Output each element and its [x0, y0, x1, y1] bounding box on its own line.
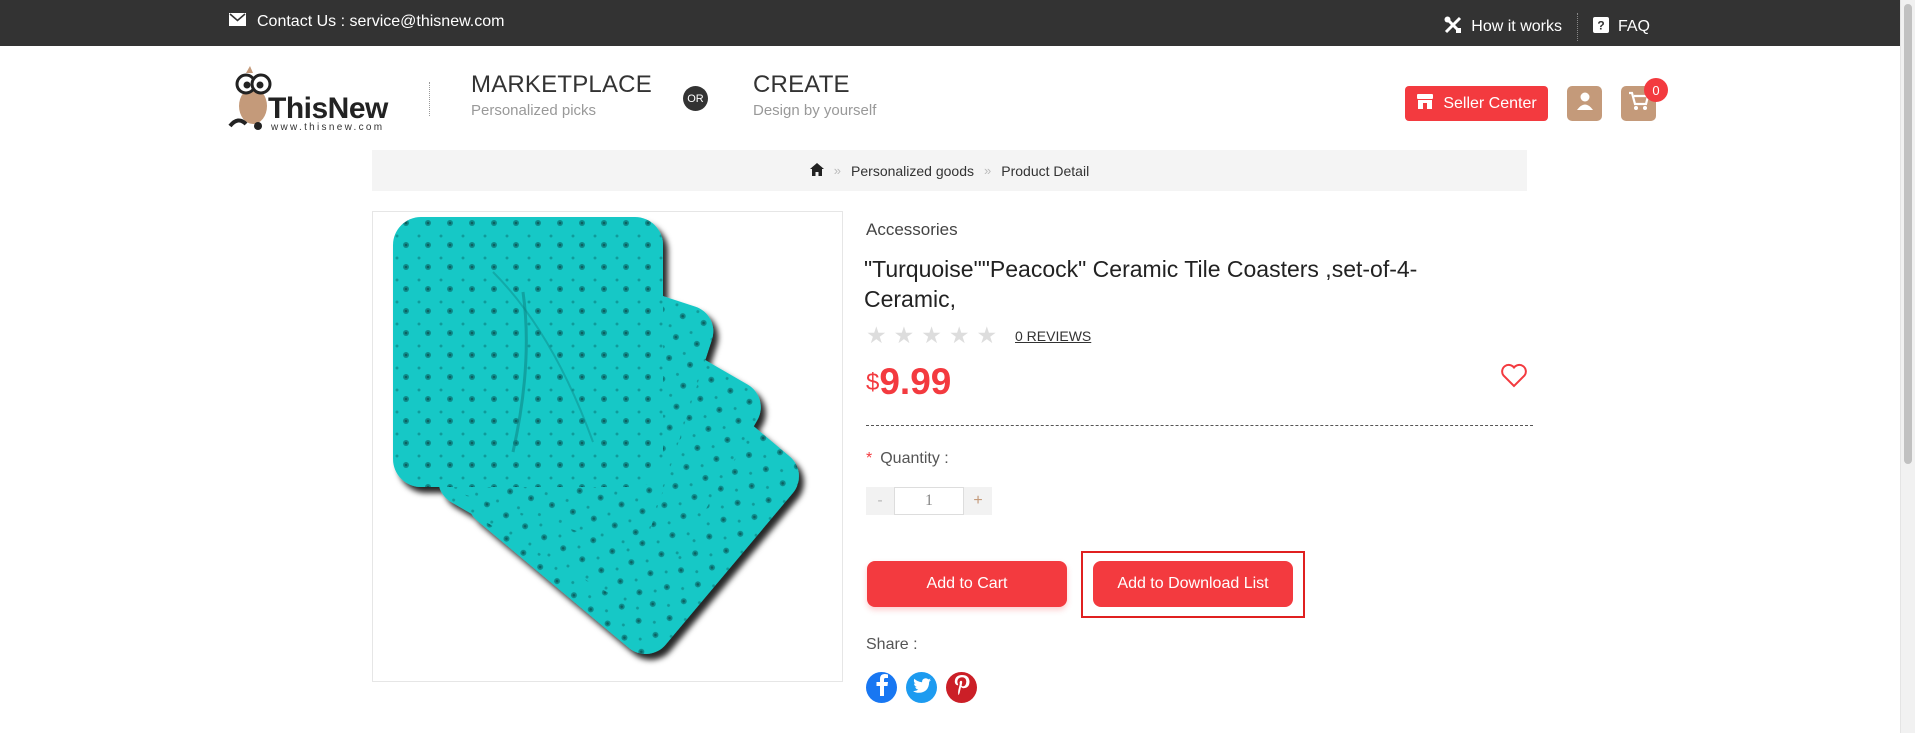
- cart-count-badge: 0: [1644, 78, 1668, 102]
- product-category: Accessories: [866, 220, 958, 239]
- header-divider: [429, 82, 430, 116]
- marketplace-title: MARKETPLACE: [471, 71, 652, 98]
- product-image[interactable]: [372, 211, 843, 682]
- facebook-icon: [875, 674, 889, 701]
- quantity-stepper: - +: [866, 487, 992, 515]
- breadcrumb-separator: »: [984, 163, 992, 178]
- svg-text:?: ?: [1597, 18, 1604, 32]
- logo-url: www.thisnew.com: [271, 122, 385, 133]
- faq-link[interactable]: ? FAQ: [1592, 16, 1650, 38]
- topbar-divider: [1576, 13, 1578, 41]
- rating-stars: ★ ★ ★ ★ ★: [866, 324, 997, 347]
- price-value: 9.99: [879, 361, 952, 402]
- quantity-decrease-button[interactable]: -: [866, 487, 894, 515]
- reviews-link[interactable]: 0 REVIEWS: [1015, 328, 1091, 344]
- nav-create[interactable]: CREATE Design by yourself: [753, 71, 876, 119]
- logo-wordmark: ThisNew: [268, 92, 388, 125]
- star-icon: ★: [866, 322, 887, 348]
- product-price: $9.99: [866, 361, 951, 403]
- seller-center-label: Seller Center: [1443, 94, 1537, 112]
- home-icon[interactable]: [809, 162, 824, 179]
- quantity-increase-button[interactable]: +: [964, 487, 992, 515]
- pinterest-share-button[interactable]: [946, 672, 977, 703]
- add-to-download-list-button[interactable]: Add to Download List: [1093, 561, 1293, 607]
- star-icon: ★: [948, 322, 970, 348]
- add-to-cart-button[interactable]: Add to Cart: [867, 561, 1067, 607]
- share-buttons: [866, 672, 977, 703]
- store-icon: [1416, 93, 1434, 115]
- star-icon: ★: [893, 322, 915, 348]
- contact-text: Contact Us : service@thisnew.com: [257, 13, 505, 30]
- account-button[interactable]: [1567, 86, 1602, 121]
- heart-icon: [1500, 363, 1528, 392]
- quantity-input[interactable]: [894, 487, 964, 515]
- share-label: Share :: [866, 636, 918, 653]
- tools-icon: [1444, 16, 1462, 39]
- mail-icon: [229, 13, 246, 31]
- breadcrumb-separator: »: [833, 163, 842, 178]
- how-it-works-label: How it works: [1471, 18, 1562, 35]
- breadcrumb-product-detail[interactable]: Product Detail: [1001, 163, 1089, 179]
- create-desc: Design by yourself: [753, 102, 877, 119]
- product-title: "Turquoise""Peacock" Ceramic Tile Coaste…: [864, 256, 1418, 312]
- quantity-label-text: Quantity :: [880, 450, 949, 467]
- marketplace-desc: Personalized picks: [471, 102, 597, 119]
- top-bar: Contact Us : service@thisnew.com How it …: [0, 0, 1900, 46]
- required-marker: *: [866, 450, 873, 467]
- user-icon: [1575, 91, 1595, 116]
- wishlist-button[interactable]: [1500, 363, 1528, 393]
- how-it-works-link[interactable]: How it works: [1444, 16, 1562, 39]
- contact-us[interactable]: Contact Us : service@thisnew.com: [229, 13, 504, 31]
- price-currency: $: [866, 369, 880, 396]
- seller-center-button[interactable]: Seller Center: [1405, 86, 1548, 121]
- twitter-share-button[interactable]: [906, 672, 937, 703]
- twitter-icon: [912, 677, 931, 698]
- facebook-share-button[interactable]: [866, 672, 897, 703]
- page-scrollbar[interactable]: [1900, 0, 1915, 733]
- quantity-label: * Quantity :: [866, 450, 949, 468]
- question-icon: ?: [1592, 16, 1609, 38]
- faq-label: FAQ: [1617, 18, 1650, 35]
- scrollbar-thumb[interactable]: [1904, 4, 1912, 464]
- price-divider: [866, 425, 1533, 426]
- nav-marketplace[interactable]: MARKETPLACE Personalized picks: [471, 71, 652, 119]
- or-badge: OR: [683, 86, 708, 111]
- create-title: CREATE: [753, 71, 850, 98]
- breadcrumb: » Personalized goods » Product Detail: [372, 150, 1527, 191]
- pinterest-icon: [954, 675, 970, 700]
- star-icon: ★: [976, 322, 998, 348]
- coasters-picture: [373, 212, 842, 681]
- site-logo[interactable]: ThisNew www.thisnew.com: [228, 64, 393, 134]
- breadcrumb-personalized-goods[interactable]: Personalized goods: [851, 163, 974, 179]
- star-icon: ★: [921, 322, 942, 348]
